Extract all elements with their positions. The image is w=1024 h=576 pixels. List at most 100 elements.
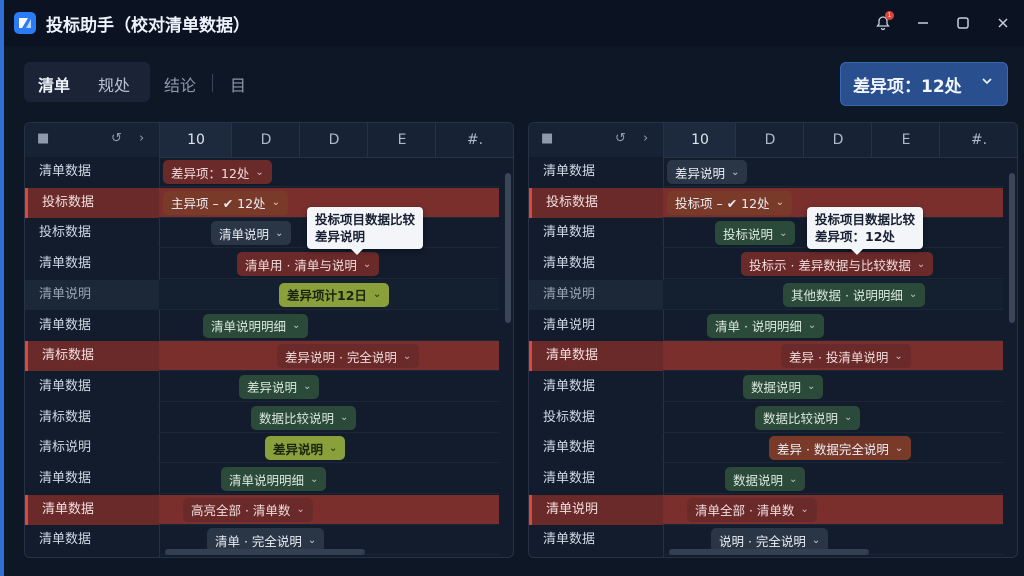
cell-tag[interactable]: 差异说明 · 完全说明 ⌄ bbox=[277, 344, 420, 369]
cell-tag[interactable]: 差异项：12处 ⌄ bbox=[163, 160, 272, 184]
cell-tag[interactable]: 差异说明 ⌄ bbox=[239, 374, 320, 399]
tab-more[interactable]: 目 bbox=[230, 72, 246, 96]
table-row[interactable]: 清单全部 · 清单数 ⌄ bbox=[663, 494, 1003, 525]
cell-tag[interactable]: 投标示 · 差异数据与比较数据 ⌄ bbox=[741, 252, 934, 277]
table-row[interactable]: 数据说明 ⌄ bbox=[663, 464, 1003, 494]
cell-tag[interactable]: 差异 · 数据完全说明 ⌄ bbox=[769, 436, 912, 461]
horizontal-scrollbar[interactable] bbox=[669, 549, 999, 555]
cell-tag[interactable]: 数据比较说明 ⌄ bbox=[755, 405, 861, 430]
column-header[interactable]: #. bbox=[435, 123, 513, 157]
cell-tag[interactable]: 差异 · 投清单说明 ⌄ bbox=[781, 344, 911, 369]
row-label[interactable]: 投标数据 bbox=[529, 403, 663, 433]
chevron-right-icon[interactable]: › bbox=[643, 132, 657, 146]
row-label[interactable]: 清单数据 bbox=[25, 525, 159, 555]
chevron-right-icon[interactable]: › bbox=[139, 132, 153, 146]
row-label[interactable]: 清单说明 bbox=[529, 494, 663, 525]
column-header[interactable]: #. bbox=[939, 123, 1017, 157]
cell-tag[interactable]: 清单 · 说明明细 ⌄ bbox=[707, 313, 825, 338]
column-header[interactable]: 10 bbox=[159, 123, 232, 157]
close-icon[interactable] bbox=[990, 10, 1016, 36]
row-label[interactable]: 投标数据 bbox=[25, 187, 159, 218]
cell-tag[interactable]: 高亮全部 · 清单数 ⌄ bbox=[183, 497, 313, 522]
undo-icon[interactable]: ↺ bbox=[111, 132, 125, 146]
scrollbar-thumb[interactable] bbox=[1009, 173, 1015, 323]
table-row[interactable]: 差异说明 · 完全说明 ⌄ bbox=[159, 341, 499, 372]
cell-tag[interactable]: 数据说明 ⌄ bbox=[743, 374, 824, 399]
column-header[interactable]: D bbox=[299, 123, 368, 157]
cell-tag[interactable]: 投标说明 ⌄ bbox=[715, 221, 796, 246]
table-row[interactable]: 数据比较说明 ⌄ bbox=[663, 403, 1003, 433]
cell-tag[interactable]: 差异说明 ⌄ bbox=[667, 160, 748, 184]
table-row[interactable]: 差异说明 ⌄ bbox=[663, 157, 1003, 187]
row-label[interactable]: 清标数据 bbox=[25, 341, 159, 372]
table-row[interactable]: 差异说明 ⌄ bbox=[159, 433, 499, 464]
row-label[interactable]: 清单说明 bbox=[529, 311, 663, 341]
cell-tag[interactable]: 投标项 – ✔ 12处 ⌄ bbox=[667, 190, 792, 215]
table-row[interactable]: 清单用 · 清单与说明 ⌄ bbox=[159, 249, 499, 280]
row-label[interactable]: 清单数据 bbox=[25, 372, 159, 402]
table-row[interactable]: 差异项计12日 ⌄ bbox=[159, 279, 499, 310]
column-header[interactable]: D bbox=[231, 123, 300, 157]
undo-icon[interactable]: ↺ bbox=[615, 132, 629, 146]
cell-tag[interactable]: 差异说明 ⌄ bbox=[265, 436, 346, 461]
vertical-scrollbar[interactable] bbox=[1009, 163, 1015, 543]
row-label[interactable]: 清单数据 bbox=[529, 341, 663, 372]
maximize-icon[interactable] bbox=[950, 10, 976, 36]
row-label[interactable]: 清单数据 bbox=[529, 249, 663, 279]
cell-tag[interactable]: 差异项计12日 ⌄ bbox=[279, 282, 390, 307]
cell-tag[interactable]: 清单全部 · 清单数 ⌄ bbox=[687, 497, 817, 522]
table-row[interactable]: 清单 · 说明明细 ⌄ bbox=[663, 311, 1003, 341]
column-header[interactable]: E bbox=[871, 123, 940, 157]
select-all-icon[interactable]: ■ bbox=[37, 132, 51, 146]
column-header[interactable]: E bbox=[367, 123, 436, 157]
cell-tag[interactable]: 清单说明明细 ⌄ bbox=[221, 467, 327, 491]
scrollbar-thumb[interactable] bbox=[669, 549, 869, 555]
select-all-icon[interactable]: ■ bbox=[541, 132, 555, 146]
column-header[interactable]: D bbox=[803, 123, 872, 157]
row-label[interactable]: 投标数据 bbox=[529, 187, 663, 218]
table-row[interactable]: 其他数据 · 说明明细 ⌄ bbox=[663, 279, 1003, 310]
horizontal-scrollbar[interactable] bbox=[165, 549, 495, 555]
vertical-scrollbar[interactable] bbox=[505, 163, 511, 543]
row-label[interactable]: 清单数据 bbox=[529, 433, 663, 463]
table-row[interactable]: 投标示 · 差异数据与比较数据 ⌄ bbox=[663, 249, 1003, 280]
row-label[interactable]: 清单数据 bbox=[529, 372, 663, 402]
difference-count-button[interactable]: 差异项：12处 bbox=[840, 62, 1008, 106]
table-row[interactable]: 清单说明明细 ⌄ bbox=[159, 311, 499, 341]
row-label[interactable]: 清单数据 bbox=[529, 464, 663, 494]
minimize-icon[interactable] bbox=[910, 10, 936, 36]
notification-bell-icon[interactable]: 1 bbox=[870, 10, 896, 36]
cell-tag[interactable]: 清单用 · 清单与说明 ⌄ bbox=[237, 252, 380, 277]
table-row[interactable]: 高亮全部 · 清单数 ⌄ bbox=[159, 494, 499, 525]
row-label[interactable]: 清单数据 bbox=[529, 157, 663, 187]
column-header[interactable]: 10 bbox=[663, 123, 736, 157]
row-label[interactable]: 清单数据 bbox=[25, 157, 159, 187]
tab-list[interactable]: 清单 bbox=[38, 72, 70, 96]
row-label[interactable]: 清单说明 bbox=[529, 279, 663, 310]
table-row[interactable]: 差异 · 数据完全说明 ⌄ bbox=[663, 433, 1003, 464]
row-label[interactable]: 投标数据 bbox=[25, 218, 159, 248]
cell-tag[interactable]: 清单说明 ⌄ bbox=[211, 221, 292, 246]
tab-conclusion[interactable]: 结论 bbox=[164, 72, 196, 96]
cell-tag[interactable]: 其他数据 · 说明明细 ⌄ bbox=[783, 282, 926, 307]
table-row[interactable]: 清单说明明细 ⌄ bbox=[159, 464, 499, 494]
cell-tag[interactable]: 数据比较说明 ⌄ bbox=[251, 405, 357, 430]
table-row[interactable]: 数据说明 ⌄ bbox=[663, 372, 1003, 402]
row-label[interactable]: 清单数据 bbox=[529, 525, 663, 555]
table-row[interactable]: 数据比较说明 ⌄ bbox=[159, 403, 499, 433]
scrollbar-thumb[interactable] bbox=[165, 549, 365, 555]
column-header[interactable]: D bbox=[735, 123, 804, 157]
row-label[interactable]: 清单数据 bbox=[25, 464, 159, 494]
row-label[interactable]: 清标说明 bbox=[25, 433, 159, 463]
row-label[interactable]: 清单数据 bbox=[25, 249, 159, 279]
row-label[interactable]: 清单数据 bbox=[529, 218, 663, 248]
table-row[interactable]: 差异 · 投清单说明 ⌄ bbox=[663, 341, 1003, 372]
row-label[interactable]: 清单数据 bbox=[25, 494, 159, 525]
scrollbar-thumb[interactable] bbox=[505, 173, 511, 323]
cell-tag[interactable]: 数据说明 ⌄ bbox=[725, 467, 806, 491]
tab-rules[interactable]: 规处 bbox=[98, 72, 130, 96]
table-row[interactable]: 差异说明 ⌄ bbox=[159, 372, 499, 402]
table-row[interactable]: 差异项：12处 ⌄ bbox=[159, 157, 499, 187]
cell-tag[interactable]: 清单说明明细 ⌄ bbox=[203, 313, 309, 338]
cell-tag[interactable]: 主异项 – ✔ 12处 ⌄ bbox=[163, 190, 288, 215]
